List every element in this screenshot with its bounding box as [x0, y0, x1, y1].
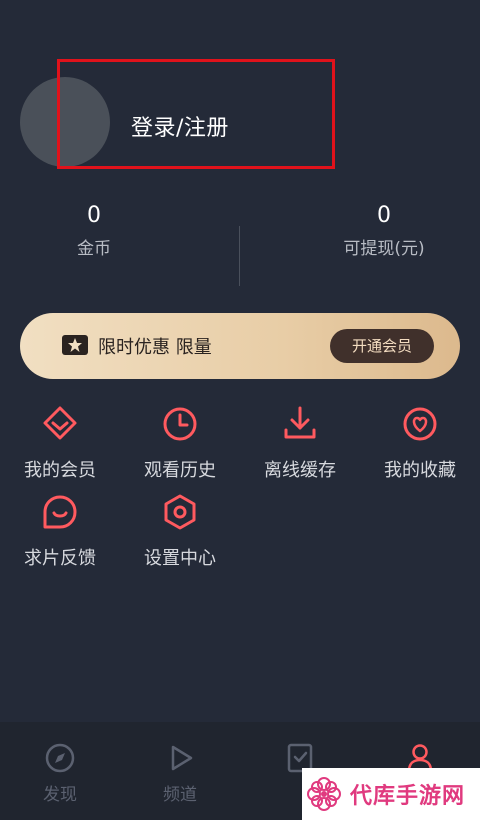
- tab-label: 频道: [163, 785, 197, 805]
- menu-label: 我的收藏: [384, 460, 456, 481]
- chat-smile-icon: [40, 492, 80, 532]
- coins-stat[interactable]: 0 金币: [14, 200, 174, 259]
- vip-promo-banner[interactable]: 限时优惠 限量 开通会员: [20, 313, 460, 379]
- coins-label: 金币: [77, 239, 111, 259]
- vip-promo-text: 限时优惠 限量: [98, 337, 212, 358]
- menu-label: 我的会员: [24, 460, 96, 481]
- tab-discover[interactable]: 发现: [0, 742, 120, 805]
- ticket-star-icon: [62, 335, 88, 355]
- menu-item-my-vip[interactable]: 我的会员: [0, 404, 120, 482]
- menu-item-offline-cache[interactable]: 离线缓存: [240, 404, 360, 482]
- stats-row: 0 金币 0 可提现(元): [0, 200, 480, 290]
- tab-label: 发现: [43, 785, 77, 805]
- menu-label: 观看历史: [144, 460, 216, 481]
- download-icon: [280, 404, 320, 444]
- clock-icon: [160, 404, 200, 444]
- settings-hexagon-icon: [160, 492, 200, 532]
- withdrawable-stat[interactable]: 0 可提现(元): [304, 200, 464, 259]
- login-register-link[interactable]: 登录/注册: [131, 110, 229, 142]
- menu-item-settings[interactable]: 设置中心: [120, 492, 240, 570]
- stats-divider: [239, 226, 240, 286]
- heart-icon: [400, 404, 440, 444]
- menu-item-watch-history[interactable]: 观看历史: [120, 404, 240, 482]
- compass-icon: [44, 742, 76, 774]
- withdrawable-label: 可提现(元): [343, 239, 425, 259]
- diamond-icon: [40, 404, 80, 444]
- play-icon: [164, 742, 196, 774]
- watermark: 代库手游网: [302, 768, 480, 820]
- watermark-logo-icon: [307, 777, 341, 811]
- open-vip-button[interactable]: 开通会员: [330, 329, 434, 363]
- watermark-text: 代库手游网: [350, 784, 466, 809]
- menu-label: 求片反馈: [24, 548, 96, 569]
- menu-item-request-feedback[interactable]: 求片反馈: [0, 492, 120, 570]
- menu-item-my-favorites[interactable]: 我的收藏: [360, 404, 480, 482]
- menu-label: 离线缓存: [264, 460, 336, 481]
- withdrawable-value: 0: [377, 203, 391, 228]
- menu-label: 设置中心: [144, 548, 216, 569]
- coins-value: 0: [87, 203, 101, 228]
- tab-channels[interactable]: 频道: [120, 742, 240, 805]
